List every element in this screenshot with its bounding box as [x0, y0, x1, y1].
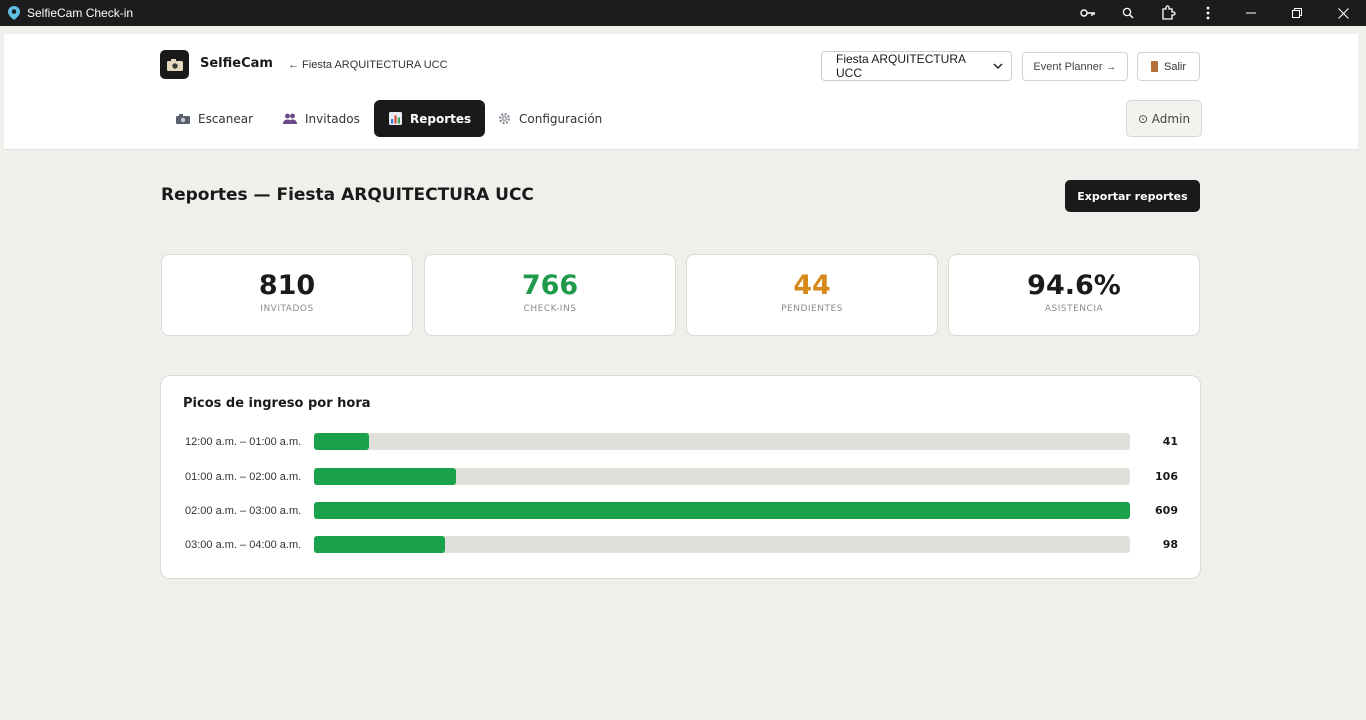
door-icon [1150, 61, 1158, 72]
event-planner-button[interactable]: Event Planner → [1022, 52, 1128, 81]
key-icon[interactable] [1068, 0, 1108, 26]
app-pin-icon [7, 6, 21, 20]
chart-icon [388, 112, 402, 125]
chart-bar-track [314, 433, 1130, 450]
stat-value: 44 [793, 270, 831, 301]
restore-icon[interactable] [1274, 0, 1320, 26]
camera-icon [176, 113, 190, 125]
stat-label: CHECK-INS [523, 304, 577, 314]
tab-configuracion[interactable]: Configuración [483, 100, 616, 137]
brand-name: SelfieCam [200, 56, 273, 71]
chart-row: 01:00 a.m. – 02:00 a.m. 106 [161, 467, 1202, 487]
page-title: Reportes — Fiesta ARQUITECTURA UCC [161, 185, 534, 205]
stat-label: ASISTENCIA [1044, 304, 1104, 314]
tab-reportes[interactable]: Reportes [374, 100, 486, 137]
chart-row: 03:00 a.m. – 04:00 a.m. 98 [161, 535, 1202, 555]
gear-icon [497, 112, 511, 125]
chevron-down-icon [993, 63, 1003, 69]
tab-escanear[interactable]: Escanear [162, 100, 267, 137]
users-icon [283, 113, 297, 125]
event-select[interactable]: Fiesta ARQUITECTURA UCC [821, 51, 1012, 81]
app-logo [160, 50, 189, 79]
chart-category-label: 12:00 a.m. – 01:00 a.m. [185, 436, 302, 448]
tab-invitados[interactable]: Invitados [269, 100, 374, 137]
chart-bar [314, 433, 369, 450]
chart-category-label: 03:00 a.m. – 04:00 a.m. [185, 539, 302, 551]
stat-value: 810 [258, 270, 316, 301]
logout-label: Salir [1163, 60, 1186, 73]
tab-label: Escanear [198, 111, 254, 126]
window-title: SelfieCam Check-in [27, 6, 134, 20]
chart-value-label: 106 [1155, 470, 1178, 483]
stat-value: 94.6% [1027, 270, 1121, 301]
window-titlebar: SelfieCam Check-in [0, 0, 1366, 26]
tab-label: Reportes [410, 111, 472, 126]
chart-category-label: 01:00 a.m. – 02:00 a.m. [185, 471, 302, 483]
stat-card-check-ins: 766 CHECK-INS [424, 254, 676, 336]
stat-card-invitados: 810 INVITADOS [161, 254, 413, 336]
stat-label: INVITADOS [260, 304, 314, 314]
logout-button[interactable]: Salir [1137, 52, 1200, 81]
extensions-icon[interactable] [1148, 0, 1188, 26]
chart-title: Picos de ingreso por hora [183, 396, 371, 411]
back-to-event-link[interactable]: ← Fiesta ARQUITECTURA UCC [288, 59, 448, 71]
minimize-icon[interactable] [1228, 0, 1274, 26]
stat-value: 766 [521, 270, 579, 301]
chart-value-label: 609 [1155, 504, 1178, 517]
tab-label: Configuración [519, 111, 603, 126]
chart-value-label: 41 [1162, 435, 1178, 448]
chart-bar [314, 468, 456, 485]
close-icon[interactable] [1320, 0, 1366, 26]
app-header: SelfieCam ← Fiesta ARQUITECTURA UCC Fies… [4, 34, 1358, 150]
more-menu-icon[interactable] [1188, 0, 1228, 26]
chart-bar-track [314, 536, 1130, 553]
chart-bar-track [314, 468, 1130, 485]
export-reports-button[interactable]: Exportar reportes [1065, 180, 1200, 212]
chart-bar [314, 502, 1130, 519]
chart-bar [314, 536, 445, 553]
chart-value-label: 98 [1162, 538, 1178, 551]
chart-bar-track [314, 502, 1130, 519]
stat-label: PENDIENTES [781, 304, 843, 314]
admin-button[interactable]: ⊙ Admin [1126, 100, 1202, 137]
chart-row: 12:00 a.m. – 01:00 a.m. 41 [161, 432, 1202, 452]
chart-row: 02:00 a.m. – 03:00 a.m. 609 [161, 501, 1202, 521]
event-select-value: Fiesta ARQUITECTURA UCC [836, 52, 966, 80]
tab-label: Invitados [305, 111, 360, 126]
stat-card-pendientes: 44 PENDIENTES [686, 254, 938, 336]
stat-card-asistencia: 94.6% ASISTENCIA [948, 254, 1200, 336]
zoom-icon[interactable] [1108, 0, 1148, 26]
chart-category-label: 02:00 a.m. – 03:00 a.m. [185, 505, 302, 517]
camera-logo-icon [166, 58, 183, 71]
hourly-peaks-chart: Picos de ingreso por hora 12:00 a.m. – 0… [160, 375, 1201, 579]
